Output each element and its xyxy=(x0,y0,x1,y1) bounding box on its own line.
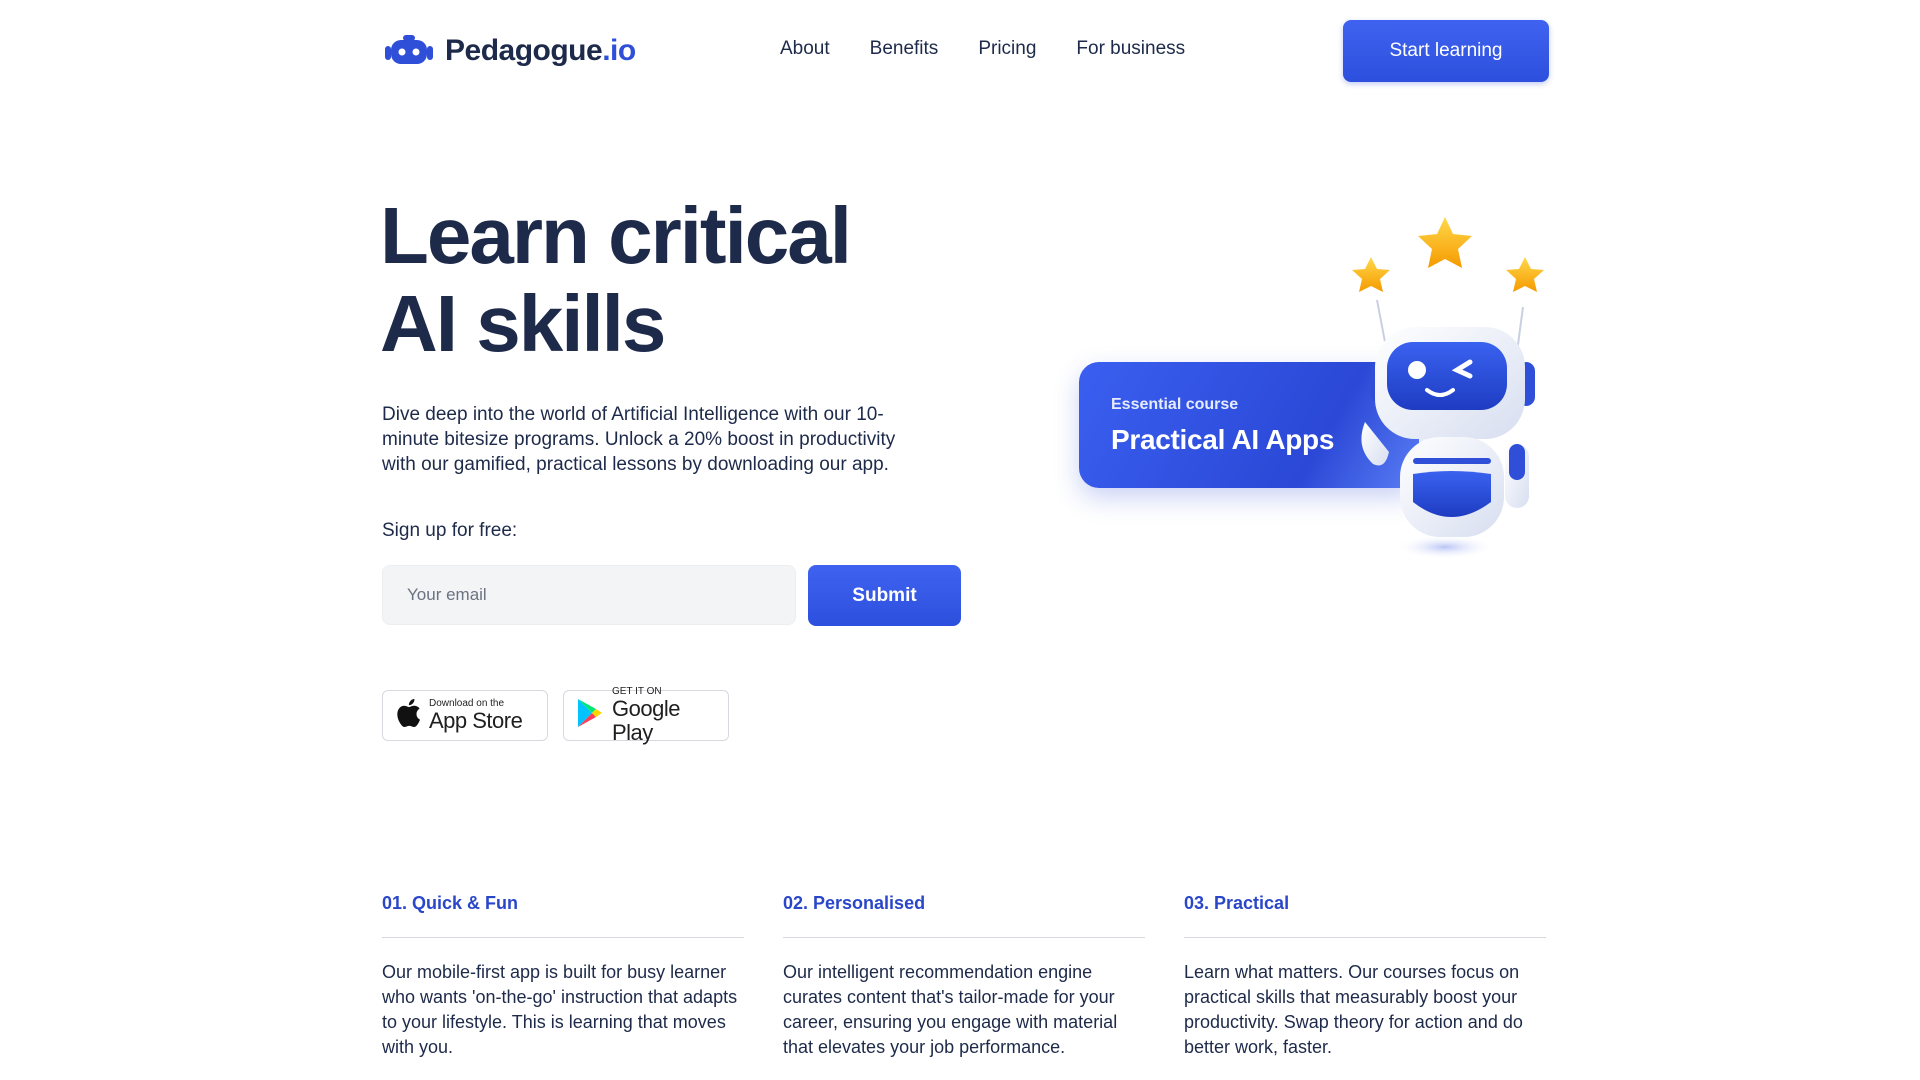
feature-practical: 03. Practical Learn what matters. Our co… xyxy=(1184,893,1546,1060)
feature-title: 03. Practical xyxy=(1184,893,1290,913)
app-store-text: Download on the App Store xyxy=(429,698,523,733)
course-name: Practical AI Apps xyxy=(1111,424,1335,455)
feature-personalised: 02. Personalised Our intelligent recomme… xyxy=(783,893,1145,1060)
feature-divider xyxy=(783,937,1145,938)
feature-title: 01. Quick & Fun xyxy=(382,893,519,913)
nav-benefits[interactable]: Benefits xyxy=(870,38,939,60)
star-icon xyxy=(1418,217,1472,268)
feature-quick-fun: 01. Quick & Fun Our mobile-first app is … xyxy=(382,893,744,1060)
email-input[interactable] xyxy=(382,565,796,625)
nav-about[interactable]: About xyxy=(780,38,830,60)
google-play-icon xyxy=(576,698,604,733)
site-header: Pedagogue.io About Benefits Pricing For … xyxy=(0,0,1920,104)
google-play-button[interactable]: GET IT ON Google Play xyxy=(563,686,729,745)
start-learning-button[interactable]: Start learning xyxy=(1343,20,1549,82)
robot-logo-icon xyxy=(383,34,435,68)
hero-title: Learn critical AI skills xyxy=(380,192,980,368)
course-eyebrow: Essential course xyxy=(1111,396,1239,413)
feature-divider xyxy=(1184,937,1546,938)
apple-icon xyxy=(395,698,421,733)
signup-label: Sign up for free: xyxy=(382,520,518,541)
star-icon xyxy=(1352,257,1390,292)
hero-description: Dive deep into the world of Artificial I… xyxy=(382,404,896,475)
submit-button[interactable]: Submit xyxy=(808,565,961,626)
feature-divider xyxy=(382,937,744,938)
feature-text: Our intelligent recommendation engine cu… xyxy=(783,962,1118,1057)
nav-for-business[interactable]: For business xyxy=(1076,38,1185,60)
feature-text: Learn what matters. Our courses focus on… xyxy=(1184,962,1523,1057)
app-store-button[interactable]: Download on the App Store xyxy=(382,690,548,741)
logo[interactable]: Pedagogue.io xyxy=(383,34,636,68)
hero-title-line-1: Learn critical xyxy=(380,191,852,280)
feature-text: Our mobile-first app is built for busy l… xyxy=(382,962,738,1057)
feature-title: 02. Personalised xyxy=(783,893,926,913)
google-play-text: GET IT ON Google Play xyxy=(612,686,680,745)
robot-mascot-illustration xyxy=(1345,212,1545,572)
nav-pricing[interactable]: Pricing xyxy=(978,38,1036,60)
main-nav: About Benefits Pricing For business xyxy=(780,38,1185,60)
logo-text: Pedagogue.io xyxy=(445,34,636,67)
hero-title-line-2: AI skills xyxy=(380,279,666,368)
star-icon xyxy=(1506,257,1544,292)
